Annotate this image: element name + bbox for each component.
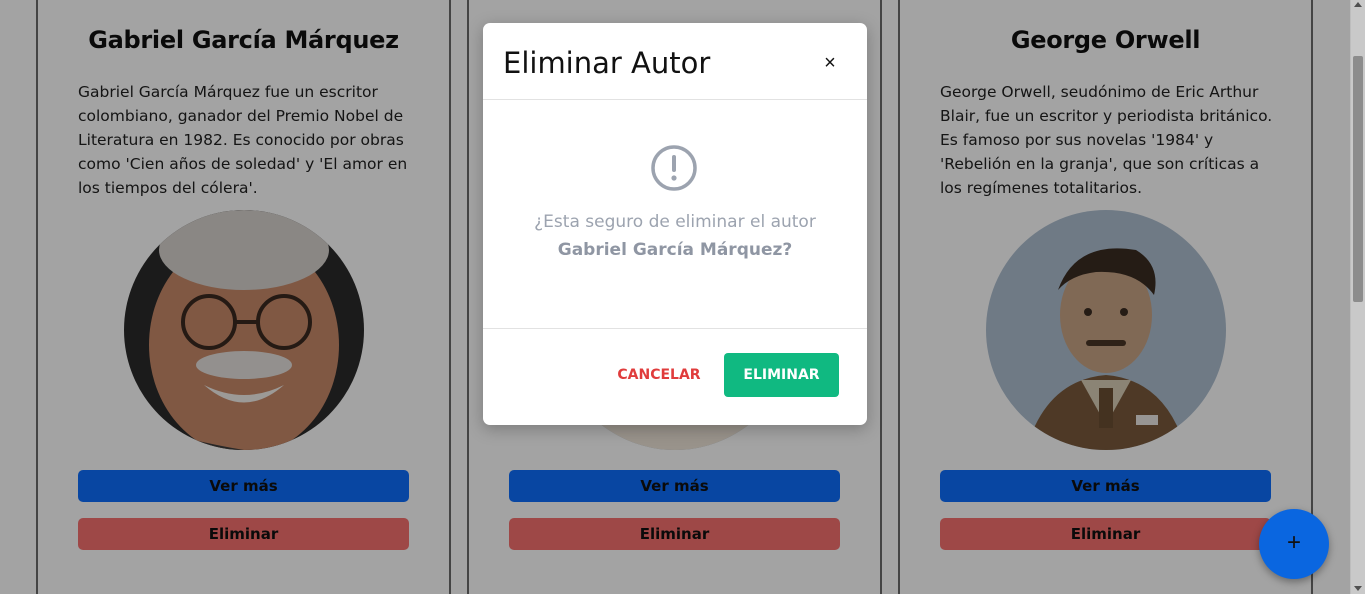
close-icon[interactable]: × xyxy=(820,53,840,73)
page: Gabriel García Márquez Gabriel García Má… xyxy=(0,0,1350,594)
add-author-button[interactable]: + xyxy=(1259,509,1329,579)
confirm-message: ¿Esta seguro de eliminar el autor xyxy=(534,212,816,232)
scroll-up-icon[interactable] xyxy=(1354,2,1362,7)
plus-icon: + xyxy=(1286,529,1301,556)
exclamation-circle-icon xyxy=(651,145,697,191)
confirm-delete-button[interactable]: ELIMINAR xyxy=(724,353,839,397)
scroll-down-icon[interactable] xyxy=(1354,586,1362,591)
modal-footer: CANCELAR ELIMINAR xyxy=(483,328,867,425)
scrollbar-thumb[interactable] xyxy=(1353,56,1363,302)
delete-author-modal: Eliminar Autor × ¿Esta seguro de elimina… xyxy=(483,23,867,425)
modal-header: Eliminar Autor × xyxy=(483,23,867,100)
confirm-author-name: Gabriel García Márquez? xyxy=(557,240,793,260)
modal-title: Eliminar Autor xyxy=(503,46,711,80)
vertical-scrollbar[interactable] xyxy=(1350,0,1365,594)
cancel-button[interactable]: CANCELAR xyxy=(608,359,710,391)
